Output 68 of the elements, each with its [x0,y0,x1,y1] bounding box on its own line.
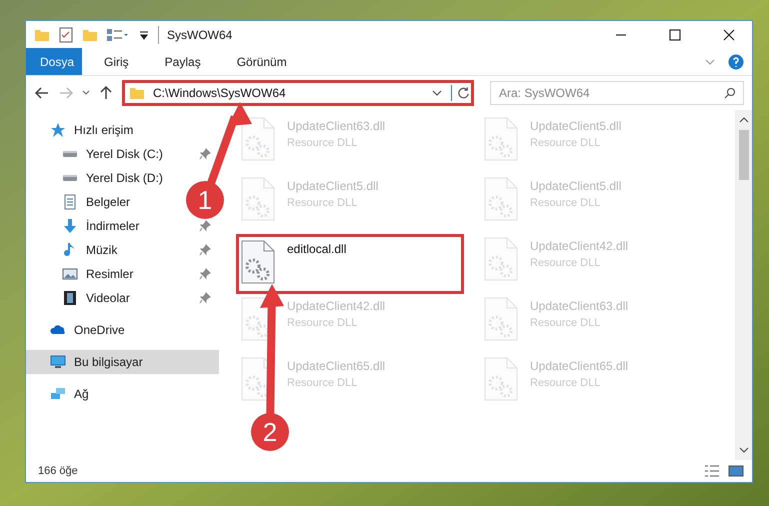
sidebar-item[interactable]: Ağ [26,382,97,406]
file-name: UpdateClient63.dll [530,298,628,315]
dll-file-icon [484,117,518,161]
sidebar-item[interactable]: OneDrive [26,318,133,342]
sidebar-item[interactable]: Belgeler [26,190,138,214]
dll-file-icon [241,240,275,284]
pin-icon [199,244,211,256]
up-arrow-icon[interactable] [98,85,114,101]
large-icons-view-icon[interactable] [728,463,744,479]
sidebar-item[interactable]: Yerel Disk (C:) [26,142,219,166]
back-arrow-icon[interactable] [34,85,50,101]
file-name: UpdateClient42.dll [530,238,628,255]
ribbon-tab[interactable]: Dosya [26,48,82,75]
search-icon[interactable] [724,87,736,99]
window-title: SysWOW64 [158,26,232,44]
ribbon-tab[interactable]: Görünüm [222,48,301,75]
view-options-icon [106,26,130,42]
file-name: UpdateClient5.dll [530,118,622,135]
picture-icon [62,266,78,282]
sidebar-item[interactable]: Videolar [26,286,219,310]
sidebar-item[interactable]: Yerel Disk (D:) [26,166,171,190]
document-icon [62,194,78,210]
ribbon-tab[interactable]: Giriş [90,48,143,75]
refresh-icon[interactable] [451,85,471,101]
ribbon-tab[interactable]: Paylaş [150,48,215,75]
scrollbar-thumb[interactable] [738,130,748,180]
pin-icon [199,148,211,160]
dll-file-icon [241,117,275,161]
details-view-icon[interactable] [704,463,720,479]
sidebar-item[interactable]: Resimler [26,262,219,286]
address-bar[interactable]: C:\Windows\SysWOW64 [122,80,474,106]
search-field[interactable]: Ara: SysWOW64 [490,81,744,105]
help-icon[interactable] [728,54,744,70]
properties-icon [58,26,74,42]
chevron-down-icon[interactable] [82,89,90,97]
film-icon [62,290,78,306]
download-arrow-icon [62,218,78,234]
file-name: UpdateClient65.dll [530,358,628,375]
pin-icon [199,268,211,280]
scrollbar[interactable] [735,110,752,460]
computer-icon [50,354,66,370]
drive-icon [62,175,78,181]
drive-icon [62,151,78,157]
star-icon [50,122,66,138]
file-name: UpdateClient42.dll [287,298,386,315]
sidebar-item[interactable]: Müzik [26,238,219,262]
dll-file-icon [484,357,518,401]
address-path: C:\Windows\SysWOW64 [153,85,287,102]
maximize-icon [669,28,681,40]
pin-icon [199,292,211,304]
dll-file-icon [241,177,275,221]
file-name: UpdateClient5.dll [287,178,378,195]
caret-icon [138,28,150,40]
folder-icon [129,85,145,101]
dll-file-icon [484,237,518,281]
file-name: editlocal.dll [287,241,346,258]
file-name: UpdateClient5.dll [530,178,622,195]
file-name: UpdateClient65.dll [287,358,386,375]
dll-file-icon [484,177,518,221]
sidebar-item[interactable]: Hızlı erişim [26,118,142,142]
network-icon [50,386,66,402]
close-icon [723,28,735,40]
item-count: 166 öğe [38,464,79,479]
pin-icon [199,220,211,232]
file-name: UpdateClient63.dll [287,118,386,135]
dll-file-icon [484,297,518,341]
sidebar-item[interactable]: Bu bilgisayar [26,350,219,374]
file-item[interactable]: editlocal.dll [236,234,464,294]
